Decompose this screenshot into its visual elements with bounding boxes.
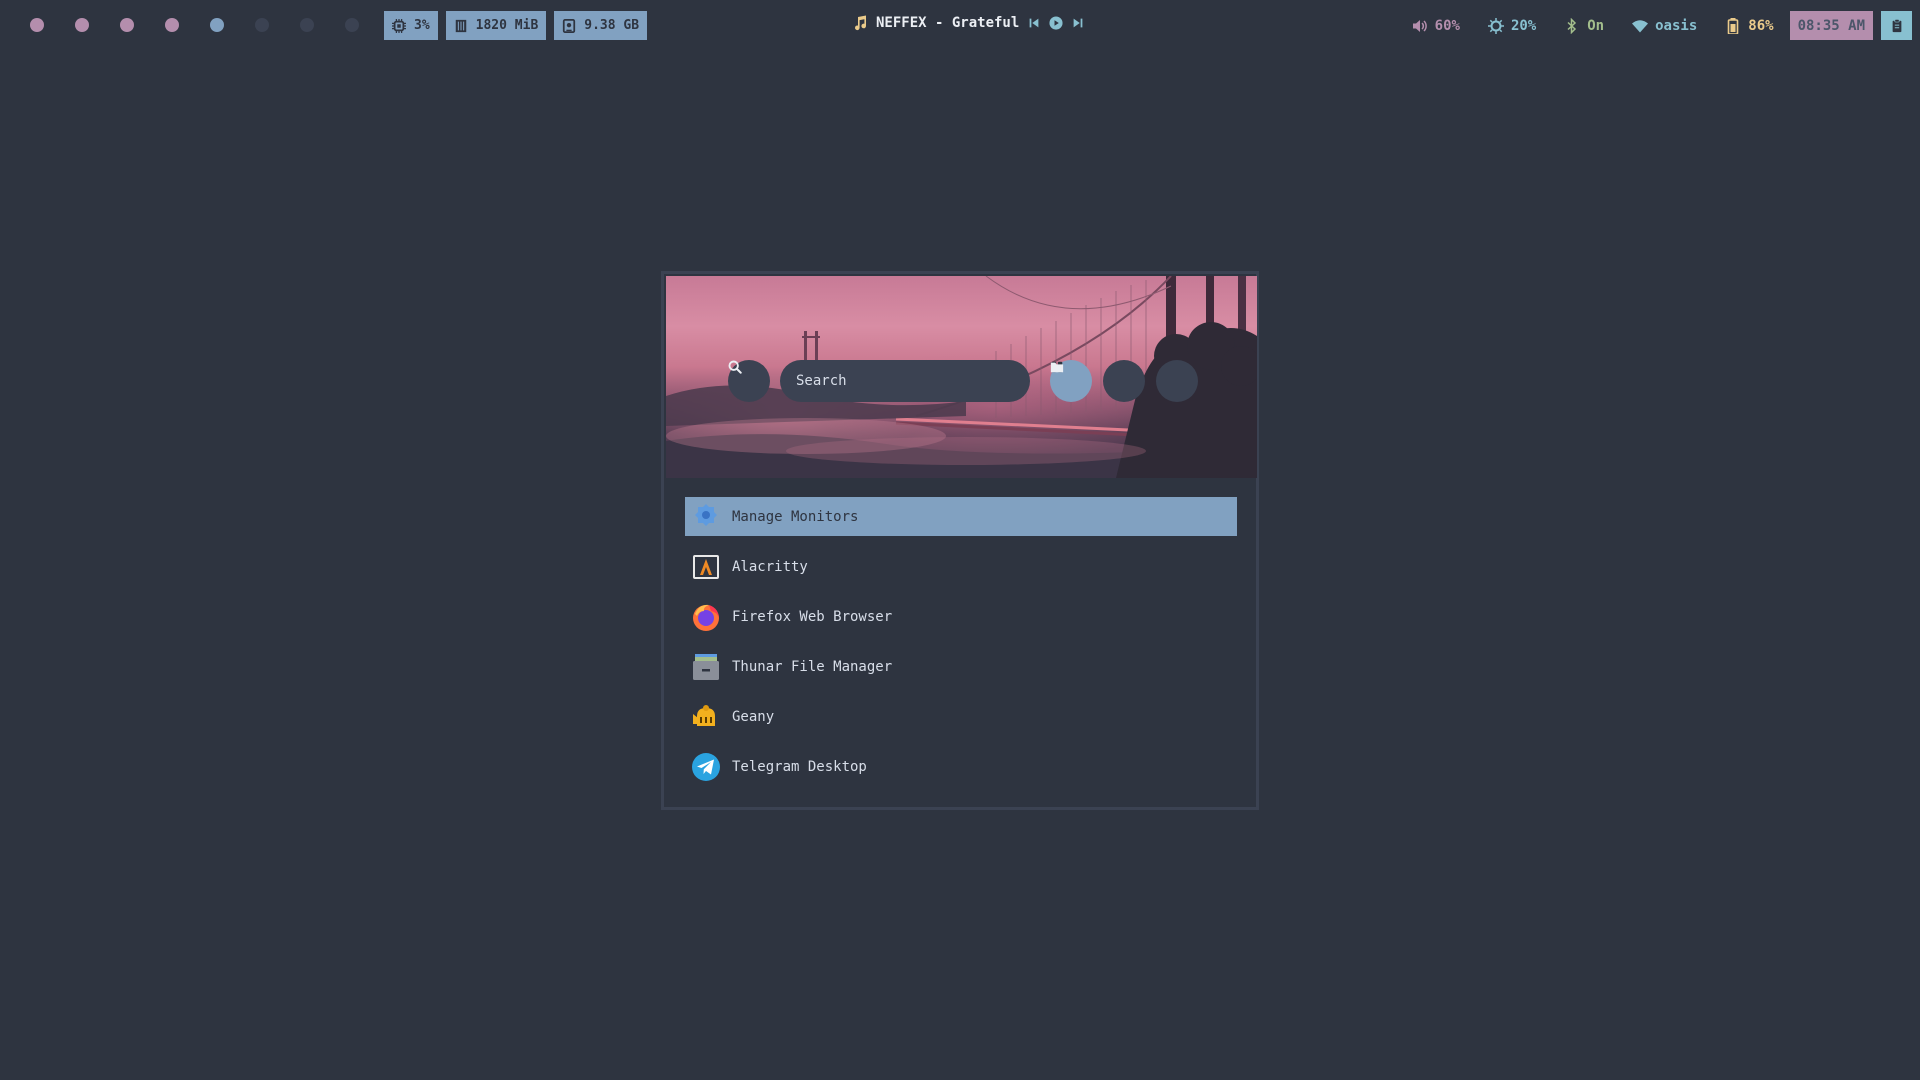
geany-icon xyxy=(693,704,715,726)
list-item-label: Thunar File Manager xyxy=(732,658,893,675)
search-icon xyxy=(728,360,742,374)
workspace-indicator xyxy=(30,18,390,32)
workspace-1[interactable] xyxy=(30,18,44,32)
disk-icon xyxy=(563,18,576,33)
disk-value: 9.38 GB xyxy=(584,18,640,33)
app-list: Manage Monitors Alacritty Firefox Web Br… xyxy=(685,497,1237,797)
list-item-label: Geany xyxy=(732,708,775,725)
system-modules: 3% 1820 MiB 9.38 GB xyxy=(384,11,648,40)
workspace-3[interactable] xyxy=(120,18,134,32)
workspace-7[interactable] xyxy=(300,18,314,32)
list-item-label: Manage Monitors xyxy=(732,508,859,525)
launcher-banner-image xyxy=(666,276,1257,478)
volume-value: 60% xyxy=(1434,17,1460,34)
brightness-module[interactable]: 20% xyxy=(1487,17,1537,34)
skip-previous-icon[interactable] xyxy=(1027,16,1041,30)
clipboard-icon xyxy=(1892,18,1901,32)
search-input[interactable] xyxy=(780,360,1030,402)
list-item-label: Firefox Web Browser xyxy=(732,608,893,625)
search-bar xyxy=(728,360,1030,402)
workspace-6[interactable] xyxy=(255,18,269,32)
clock[interactable]: 08:35 AM xyxy=(1789,11,1873,40)
list-item-label: Alacritty xyxy=(732,558,808,575)
skip-next-icon[interactable] xyxy=(1071,16,1085,30)
list-item-label: Telegram Desktop xyxy=(732,758,867,775)
memory-icon xyxy=(455,19,466,32)
wifi-icon xyxy=(1632,19,1649,32)
music-note-icon xyxy=(855,15,866,31)
cpu-icon xyxy=(392,18,406,33)
brightness-value: 20% xyxy=(1510,17,1537,34)
list-item-geany[interactable]: Geany xyxy=(685,697,1237,736)
workspace-8[interactable] xyxy=(345,18,359,32)
volume-icon xyxy=(1412,19,1427,32)
bluetooth-value: On xyxy=(1587,17,1605,34)
battery-value: 86% xyxy=(1748,17,1774,34)
list-item-firefox[interactable]: Firefox Web Browser xyxy=(685,597,1237,636)
alacritty-icon xyxy=(693,554,719,579)
volume-module[interactable]: 60% xyxy=(1412,18,1460,34)
battery-module[interactable]: 86% xyxy=(1725,17,1774,34)
file-manager-icon xyxy=(693,653,719,680)
list-item-telegram[interactable]: Telegram Desktop xyxy=(685,747,1237,786)
workspace-4[interactable] xyxy=(165,18,179,32)
memory-value: 1820 MiB xyxy=(475,18,539,33)
status-area: 60% 20% On oasis 86% 08:35 AM xyxy=(1412,11,1920,40)
list-item-alacritty[interactable]: Alacritty xyxy=(685,547,1237,586)
list-item-thunar[interactable]: Thunar File Manager xyxy=(685,647,1237,686)
search-button[interactable] xyxy=(728,360,770,402)
battery-icon xyxy=(1727,17,1739,34)
top-bar: 3% 1820 MiB 9.38 GB NEFFEX - Grateful 60… xyxy=(0,0,1920,50)
bluetooth-icon xyxy=(1567,17,1577,34)
cpu-module[interactable]: 3% xyxy=(384,11,438,40)
media-player: NEFFEX - Grateful xyxy=(852,15,1085,31)
monitor-settings-icon xyxy=(695,503,717,526)
wifi-value: oasis xyxy=(1655,17,1698,34)
firefox-icon xyxy=(693,604,719,631)
workspace-2[interactable] xyxy=(75,18,89,32)
brightness-icon xyxy=(1487,17,1504,34)
play-icon[interactable] xyxy=(1049,16,1063,30)
folder-icon xyxy=(1050,362,1064,373)
app-launcher: Manage Monitors Alacritty Firefox Web Br… xyxy=(661,271,1259,810)
track-title: NEFFEX - Grateful xyxy=(876,15,1020,31)
telegram-icon xyxy=(692,752,720,781)
run-mode-button[interactable] xyxy=(1051,360,1145,402)
disk-module[interactable]: 9.38 GB xyxy=(554,11,648,40)
wifi-module[interactable]: oasis xyxy=(1632,18,1697,34)
workspace-5[interactable] xyxy=(210,18,224,32)
clipboard-button[interactable] xyxy=(1881,11,1912,40)
list-item-manage-monitors[interactable]: Manage Monitors xyxy=(685,497,1237,536)
memory-module[interactable]: 1820 MiB xyxy=(445,11,547,40)
launcher-mode-switcher xyxy=(1050,360,1198,402)
bluetooth-module[interactable]: On xyxy=(1564,17,1605,34)
files-mode-button[interactable] xyxy=(1050,360,1198,402)
cpu-value: 3% xyxy=(414,18,430,33)
